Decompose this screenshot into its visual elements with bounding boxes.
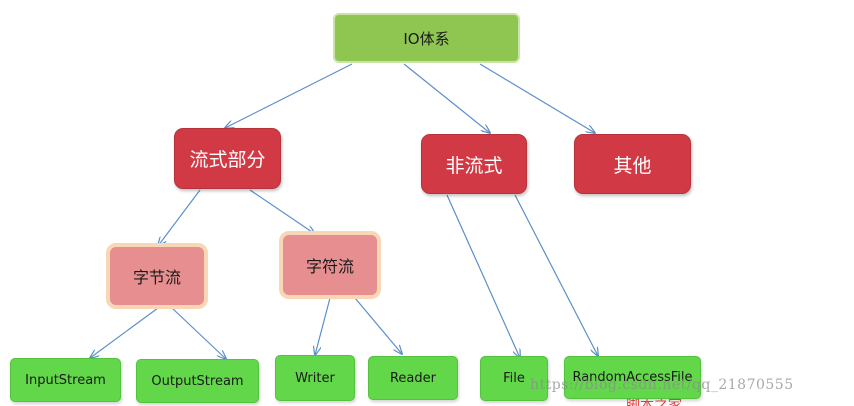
node-label: 字节流 [132,268,181,287]
node-byte-stream: 字节流 [106,243,208,309]
cropped-red-text: 脚本之家 [626,399,682,406]
arrow-root-to-other [479,63,595,133]
arrow-non-stream-to-file [446,194,520,358]
node-label: File [503,371,525,386]
arrow-stream-part-to-char-stream [249,189,315,234]
node-io-system: IO体系 [333,13,520,63]
node-label: InputStream [25,372,106,388]
node-stream-part: 流式部分 [174,128,281,189]
arrow-root-to-non-stream [403,63,490,133]
arrow-char-stream-to-writer [315,297,331,355]
node-non-stream: 非流式 [421,134,527,194]
node-input-stream: InputStream [10,358,121,402]
node-label: Reader [389,370,436,386]
watermark-text: https://blog.csdn.net/qq_21870555 [530,377,794,393]
arrow-root-to-stream-part [225,63,353,128]
arrow-char-stream-to-reader [354,297,402,354]
node-label: 非流式 [445,154,503,177]
node-output-stream: OutputStream [136,359,259,403]
node-label: 其他 [613,154,652,177]
arrow-byte-stream-to-output-stream [171,307,226,359]
io-hierarchy-diagram: IO体系 流式部分 非流式 其他 字节流 字符流 InputStream Out… [0,0,854,406]
node-reader: Reader [368,356,458,400]
node-label: Writer [295,370,335,386]
node-writer: Writer [275,355,355,401]
node-label: OutputStream [151,373,244,389]
arrow-non-stream-to-random-access-file [514,194,598,356]
node-label: 字符流 [305,257,354,276]
node-char-stream: 字符流 [279,231,381,299]
node-label: IO体系 [403,29,450,48]
node-label: 流式部分 [189,149,266,171]
node-other: 其他 [574,134,691,194]
arrow-byte-stream-to-input-stream [90,307,159,358]
arrow-stream-part-to-byte-stream [158,189,201,246]
